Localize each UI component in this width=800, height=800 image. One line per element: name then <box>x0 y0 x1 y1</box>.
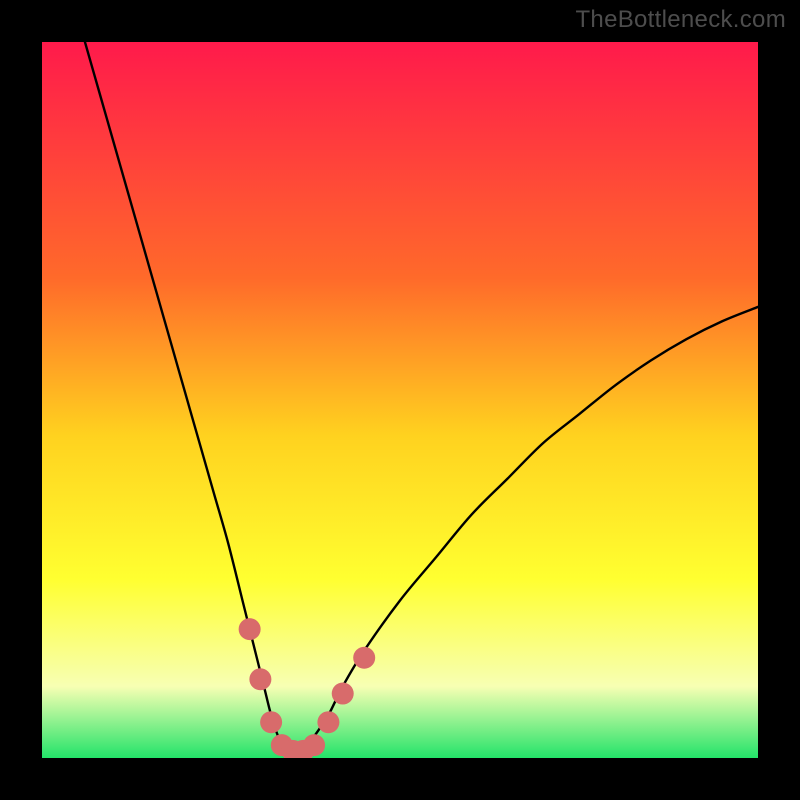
highlight-dot <box>353 647 375 669</box>
highlight-dot <box>260 711 282 733</box>
highlight-dot <box>317 711 339 733</box>
highlight-dot <box>249 668 271 690</box>
gradient-background <box>42 42 758 758</box>
highlight-dot <box>303 734 325 756</box>
chart-plot-area <box>42 42 758 758</box>
highlight-dot <box>239 618 261 640</box>
bottleneck-chart-svg <box>42 42 758 758</box>
watermark-text: TheBottleneck.com <box>575 6 786 34</box>
highlight-dot <box>332 683 354 705</box>
